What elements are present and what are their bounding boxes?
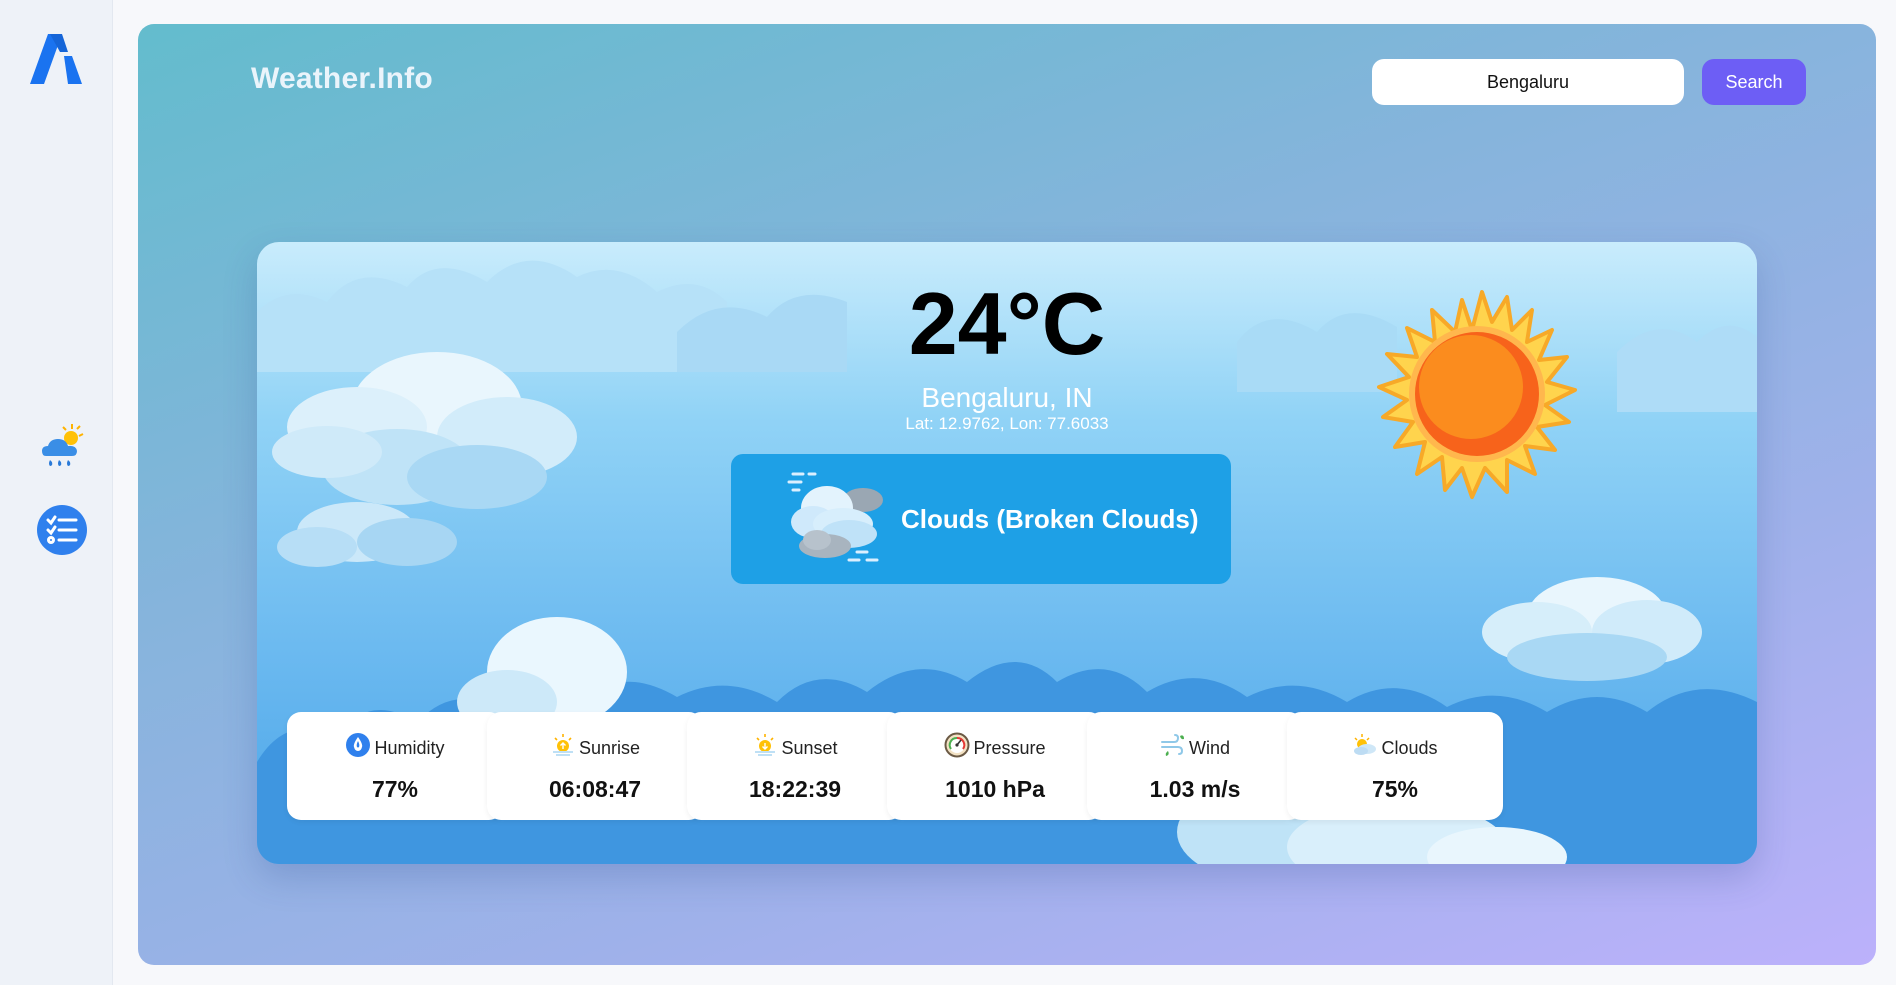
stat-clouds: Clouds 75% <box>1287 712 1503 820</box>
stat-label: Clouds <box>1381 738 1438 758</box>
wind-icon <box>1160 734 1184 756</box>
stat-sunrise: Sunrise 06:08:47 <box>487 712 703 820</box>
weather-card: 24°C Bengaluru, IN Lat: 12.9762, Lon: 77… <box>257 242 1757 864</box>
humidity-icon <box>346 733 371 757</box>
stat-label: Pressure <box>973 738 1046 758</box>
sunrise-icon <box>552 734 573 756</box>
search-input[interactable] <box>1372 59 1684 105</box>
stat-sunset: Sunset 18:22:39 <box>687 712 903 820</box>
stat-label: Wind <box>1188 738 1230 758</box>
stat-value: 1010 hPa <box>945 776 1045 802</box>
brand-title: Weather.Info <box>251 62 433 95</box>
condition-label: Clouds (Broken Clouds) <box>901 504 1199 534</box>
pressure-gauge-icon <box>944 732 970 758</box>
search-button[interactable]: Search <box>1702 59 1806 105</box>
coordinates: Lat: 12.9762, Lon: 77.6033 <box>905 414 1109 433</box>
stat-label: Sunset <box>781 738 838 758</box>
partly-cloudy-icon <box>1354 734 1377 755</box>
stat-wind: Wind 1.03 m/s <box>1087 712 1303 820</box>
stat-value: 75% <box>1371 776 1419 802</box>
weather-rain-icon[interactable] <box>36 420 88 472</box>
condition-panel: Clouds (Broken Clouds) <box>731 454 1231 584</box>
stat-value: 77% <box>371 776 419 802</box>
stat-label: Sunrise <box>578 738 641 758</box>
location-name: Bengaluru, IN <box>921 382 1093 413</box>
stat-value: 1.03 m/s <box>1149 776 1241 802</box>
main-panel: Weather.Info Search <box>138 24 1876 965</box>
app-logo-icon[interactable] <box>30 32 82 86</box>
stat-pressure: Pressure 1010 hPa <box>887 712 1103 820</box>
stat-value: 18:22:39 <box>748 776 842 802</box>
sunset-icon <box>755 734 776 756</box>
stat-humidity: Humidity 77% <box>287 712 503 820</box>
broken-clouds-icon <box>787 472 883 562</box>
stat-value: 06:08:47 <box>548 776 642 802</box>
checklist-icon[interactable] <box>36 504 88 556</box>
temperature: 24°C <box>908 274 1106 373</box>
stat-label: Humidity <box>374 738 445 758</box>
sidebar <box>0 0 113 985</box>
